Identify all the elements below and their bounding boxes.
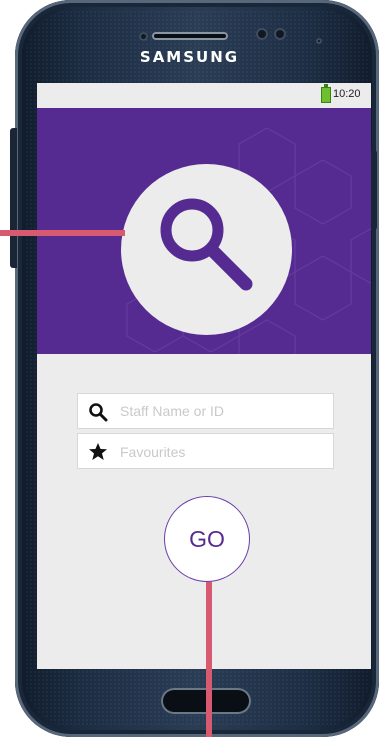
favourites-field[interactable]: Favourites (77, 433, 334, 469)
search-icon (160, 198, 253, 291)
staff-search-input[interactable] (120, 398, 325, 424)
search-field[interactable] (77, 393, 334, 429)
search-icon (89, 403, 108, 422)
star-icon (89, 443, 107, 460)
favourites-label: Favourites (120, 444, 186, 460)
brand-logo: SAMSUNG (139, 48, 240, 66)
hero-search-circle (121, 164, 292, 335)
status-bar: 10:20 (37, 83, 371, 108)
go-button[interactable]: GO (164, 496, 250, 582)
volume-button (10, 128, 17, 268)
status-time: 10:20 (333, 88, 361, 100)
battery-icon (321, 84, 331, 103)
annotation-line-left (0, 230, 125, 236)
earpiece-speaker (152, 32, 228, 40)
annotation-line-bottom (206, 582, 212, 737)
power-button (371, 150, 377, 230)
phone-screen: 10:20 Staff Name or ID Favourites GO (37, 83, 371, 669)
front-sensor (256, 28, 268, 40)
proximity-sensor (139, 32, 148, 41)
front-camera (316, 38, 322, 44)
front-sensor-2 (274, 28, 286, 40)
